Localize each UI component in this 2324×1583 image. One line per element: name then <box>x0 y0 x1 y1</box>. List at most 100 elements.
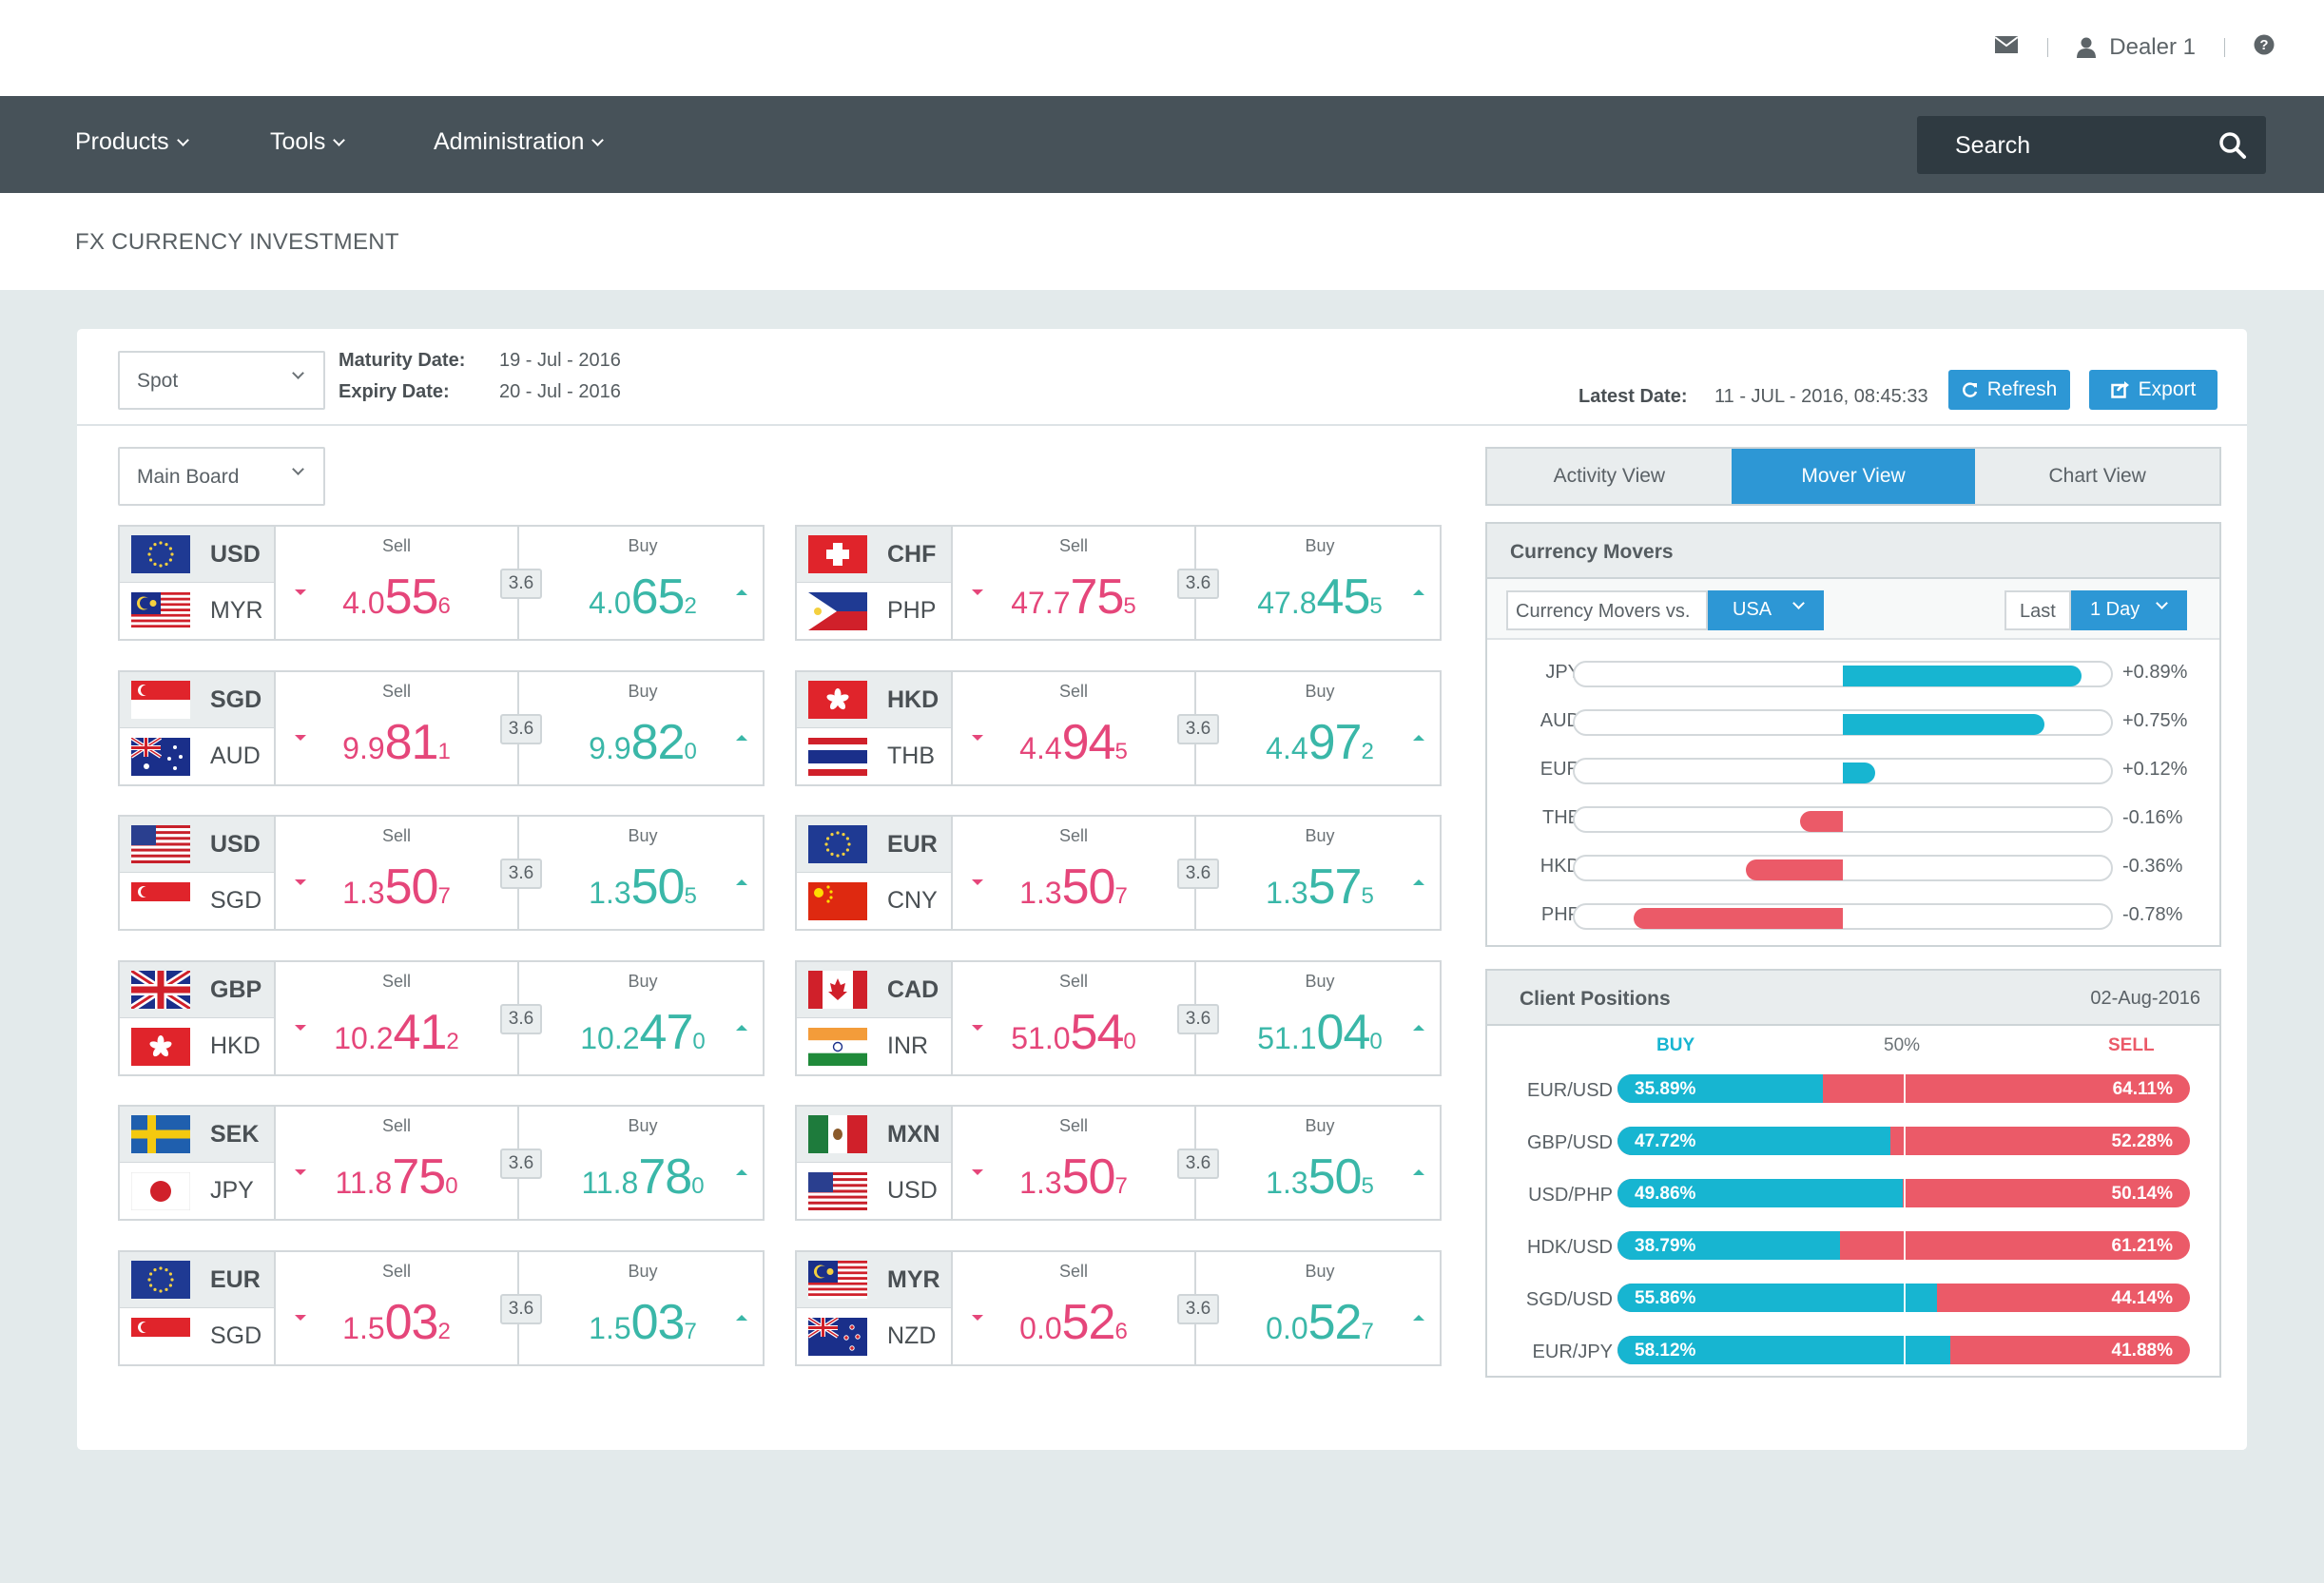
se-flag-icon <box>131 1115 190 1153</box>
hk-flag-icon <box>808 681 867 719</box>
buy-label: Buy <box>628 972 658 991</box>
buy-quote[interactable]: Buy 1.5037 <box>521 1252 765 1364</box>
nav-administration[interactable]: Administration <box>434 128 605 156</box>
nav-products[interactable]: Products <box>75 128 189 156</box>
buy-quote[interactable]: Buy 47.8455 <box>1198 527 1442 639</box>
sell-quote[interactable]: Sell 47.7755 <box>953 527 1196 639</box>
base-currency-code: CHF <box>887 540 937 568</box>
buy-quote[interactable]: Buy 4.0652 <box>521 527 765 639</box>
sell-share: 52.28% <box>2111 1131 2173 1151</box>
price-prefix: 10.2 <box>334 1021 394 1055</box>
spread-badge: 3.6 <box>1177 569 1219 599</box>
mover-row: THB -0.16% <box>1487 795 2219 843</box>
quote-currency-code: USD <box>887 1177 938 1204</box>
currency-pair-tile[interactable]: EUR CNY Sell 1.3507 Buy 1.3575 3.6 <box>795 815 1442 931</box>
base-currency: CHF <box>797 527 951 583</box>
base-currency-code: HKD <box>887 685 939 713</box>
buy-quote[interactable]: Buy 51.1040 <box>1198 962 1442 1074</box>
position-row: GBP/USD 47.72% 52.28% <box>1487 1118 2219 1170</box>
currency-pair-tile[interactable]: CHF PHP Sell 47.7755 Buy 47.8455 3.6 <box>795 525 1442 641</box>
sg-flag-icon <box>131 681 190 719</box>
tab-activity-view[interactable]: Activity View <box>1487 449 1732 504</box>
sell-quote[interactable]: Sell 11.8750 <box>276 1107 519 1219</box>
price-prefix: 1.3 <box>1266 1166 1308 1200</box>
currency-pair-tile[interactable]: SGD AUD Sell 9.9811 Buy 9.9820 3.6 <box>118 670 765 786</box>
position-row: SGD/USD 55.86% 44.14% <box>1487 1275 2219 1327</box>
sell-price: 51.0540 <box>953 1004 1194 1061</box>
price-prefix: 51.0 <box>1011 1021 1071 1055</box>
buy-quote[interactable]: Buy 1.3505 <box>521 817 765 929</box>
mover-value: +0.89% <box>2122 662 2188 683</box>
sell-quote[interactable]: Sell 51.0540 <box>953 962 1196 1074</box>
mover-row: AUD +0.75% <box>1487 698 2219 746</box>
tab-chart-view[interactable]: Chart View <box>1975 449 2219 504</box>
buy-price: 4.4972 <box>1198 714 1442 771</box>
mail-icon[interactable] <box>1994 34 2019 61</box>
help-icon[interactable]: ? <box>2254 34 2275 62</box>
currency-pair-tile[interactable]: HKD THB Sell 4.4945 Buy 4.4972 3.6 <box>795 670 1442 786</box>
mover-currency: EUR <box>1540 759 1580 780</box>
price-fraction: 6 <box>437 593 451 619</box>
price-pips: 50 <box>384 859 439 915</box>
buy-share: 58.12% <box>1635 1341 1696 1361</box>
currency-pair-tile[interactable]: USD MYR Sell 4.0556 Buy 4.0652 3.6 <box>118 525 765 641</box>
currency-pair-tile[interactable]: USD SGD Sell 1.3507 Buy 1.3505 3.6 <box>118 815 765 931</box>
search-input[interactable]: Search <box>1917 116 2266 174</box>
buy-quote[interactable]: Buy 0.0527 <box>1198 1252 1442 1364</box>
sell-share: 41.88% <box>2111 1341 2173 1361</box>
sell-quote[interactable]: Sell 9.9811 <box>276 672 519 784</box>
buy-quote[interactable]: Buy 11.8780 <box>521 1107 765 1219</box>
price-fraction: 0 <box>1369 1029 1383 1054</box>
sell-quote[interactable]: Sell 0.0526 <box>953 1252 1196 1364</box>
sell-quote[interactable]: Sell 1.3507 <box>953 817 1196 929</box>
sell-quote[interactable]: Sell 1.5032 <box>276 1252 519 1364</box>
quote-currency: SGD <box>120 873 274 929</box>
currency-pair-tile[interactable]: MYR NZD Sell 0.0526 Buy 0.0527 3.6 <box>795 1250 1442 1366</box>
export-button[interactable]: Export <box>2089 370 2217 410</box>
buy-quote[interactable]: Buy 1.3505 <box>1198 1107 1442 1219</box>
buy-quote[interactable]: Buy 10.2470 <box>521 962 765 1074</box>
movers-vs-select[interactable]: USA <box>1708 590 1824 630</box>
nav-tools[interactable]: Tools <box>270 128 346 156</box>
buy-quote[interactable]: Buy 9.9820 <box>521 672 765 784</box>
sell-quote[interactable]: Sell 1.3507 <box>276 817 519 929</box>
currency-pair-tile[interactable]: SEK JPY Sell 11.8750 Buy 11.8780 3.6 <box>118 1105 765 1221</box>
buy-price: 47.8455 <box>1198 569 1442 626</box>
currency-pair-tile[interactable]: MXN USD Sell 1.3507 Buy 1.3505 3.6 <box>795 1105 1442 1221</box>
movers-period-select[interactable]: 1 Day <box>2071 590 2187 630</box>
mover-row: PHP -0.78% <box>1487 892 2219 940</box>
price-prefix: 11.8 <box>581 1166 639 1200</box>
quote-currency: NZD <box>797 1308 951 1364</box>
sell-share: 61.21% <box>2111 1236 2173 1256</box>
price-pips: 50 <box>1061 859 1116 915</box>
maturity-date: Maturity Date: <box>339 350 465 372</box>
board-select-value: Main Board <box>137 466 240 488</box>
board-select[interactable]: Main Board <box>118 447 325 506</box>
price-prefix: 4.4 <box>1266 731 1308 765</box>
user-menu[interactable]: Dealer 1 <box>2077 34 2196 61</box>
buy-quote[interactable]: Buy 4.4972 <box>1198 672 1442 784</box>
quote-currency-code: JPY <box>210 1177 254 1204</box>
sell-quote[interactable]: Sell 1.3507 <box>953 1107 1196 1219</box>
price-pips: 03 <box>630 1295 686 1350</box>
tab-mover-view[interactable]: Mover View <box>1731 449 1976 504</box>
search-icon[interactable] <box>2218 131 2247 160</box>
sell-quote[interactable]: Sell 10.2412 <box>276 962 519 1074</box>
chevron-down-icon <box>292 367 304 379</box>
mover-currency: THB <box>1542 807 1580 828</box>
quote-currency-code: NZD <box>887 1322 937 1349</box>
spread-badge: 3.6 <box>500 569 542 599</box>
currency-pair-tile[interactable]: EUR SGD Sell 1.5032 Buy 1.5037 3.6 <box>118 1250 765 1366</box>
view-tabs: Activity View Mover View Chart View <box>1485 447 2221 506</box>
currency-pair-tile[interactable]: CAD INR Sell 51.0540 Buy 51.1040 3.6 <box>795 960 1442 1076</box>
price-prefix: 1.3 <box>1019 1166 1062 1200</box>
sell-quote[interactable]: Sell 4.4945 <box>953 672 1196 784</box>
buy-share: 55.86% <box>1635 1288 1696 1308</box>
type-select[interactable]: Spot <box>118 351 325 410</box>
refresh-button[interactable]: Refresh <box>1948 370 2070 410</box>
base-currency-code: USD <box>210 540 261 568</box>
my-flag-icon <box>808 1261 867 1299</box>
sell-quote[interactable]: Sell 4.0556 <box>276 527 519 639</box>
buy-quote[interactable]: Buy 1.3575 <box>1198 817 1442 929</box>
currency-pair-tile[interactable]: GBP HKD Sell 10.2412 Buy 10.2470 3.6 <box>118 960 765 1076</box>
